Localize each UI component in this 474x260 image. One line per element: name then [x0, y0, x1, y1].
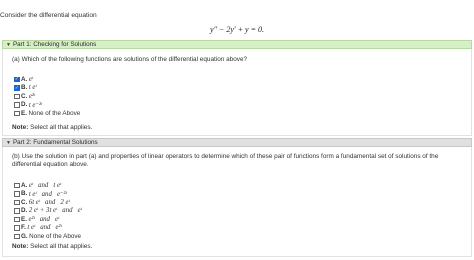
option-letter: F.: [21, 224, 26, 232]
note-label: Note:: [12, 124, 29, 131]
option-expression: eᵗ: [28, 75, 33, 83]
checkbox[interactable]: [14, 93, 20, 99]
part1-title: Part 1: Checking for Solutions: [12, 41, 97, 48]
part2-header[interactable]: ▼ Part 2: Fundamental Solutions: [2, 138, 472, 147]
option-expression: t eᵗ: [28, 84, 37, 92]
option-expression: None of the Above: [29, 232, 81, 240]
part2-options: A. eᵗ and t eᵗ B. t eᵗ and e⁻²ᵗ C. 6t eᵗ…: [14, 181, 82, 241]
part1-note: Note: Select all that applies.: [12, 124, 92, 131]
option-expression: t eᵗ and e²ᵗ: [27, 224, 62, 232]
option-f[interactable]: F. t eᵗ and e²ᵗ: [14, 224, 82, 233]
note-text: Select all that applies.: [30, 124, 93, 131]
part1-options: ✓ A. eᵗ ✓ B. t eᵗ C. e²ᵗ D. t e⁻²ᵗ E. No…: [14, 75, 80, 118]
checkbox[interactable]: [14, 225, 20, 231]
option-letter: B.: [21, 190, 28, 198]
option-letter: G.: [21, 232, 28, 240]
option-c[interactable]: C. e²ᵗ: [14, 92, 80, 101]
option-letter: C.: [21, 198, 28, 206]
option-expression: eᵗ and t eᵗ: [28, 181, 62, 189]
option-letter: B.: [21, 84, 28, 92]
checkbox[interactable]: [14, 110, 20, 116]
option-expression: t e⁻²ᵗ: [28, 101, 43, 109]
collapse-caret-icon: ▼: [6, 139, 11, 146]
differential-equation: y″ − 2y′ + y = 0.: [210, 25, 264, 34]
option-expression: None of the Above: [28, 109, 81, 117]
option-a[interactable]: ✓ A. eᵗ: [14, 75, 80, 84]
option-b[interactable]: B. t eᵗ and e⁻²ᵗ: [14, 190, 82, 199]
checkbox[interactable]: [14, 216, 20, 222]
option-letter: A.: [21, 181, 28, 189]
checkbox[interactable]: [14, 102, 20, 108]
option-letter: E.: [21, 215, 27, 223]
option-a[interactable]: A. eᵗ and t eᵗ: [14, 181, 82, 190]
part2-question: (b) Use the solution in part (a) and pro…: [12, 153, 439, 168]
option-expression: e²ᵗ and eᵗ: [28, 215, 60, 223]
option-b[interactable]: ✓ B. t eᵗ: [14, 84, 80, 93]
option-d[interactable]: D. 2 eᵗ + 3t eᵗ and eᵗ: [14, 207, 82, 216]
note-label: Note:: [12, 243, 29, 250]
part1-question: (a) Which of the following functions are…: [12, 56, 248, 63]
option-letter: A.: [21, 75, 28, 83]
checkbox[interactable]: [14, 182, 20, 188]
option-letter: D.: [21, 101, 28, 109]
checkbox[interactable]: [14, 208, 20, 214]
part1-header[interactable]: ▼ Part 1: Checking for Solutions: [2, 40, 472, 49]
option-e[interactable]: E. None of the Above: [14, 109, 80, 118]
part2-title: Part 2: Fundamental Solutions: [12, 139, 98, 146]
option-expression: 2 eᵗ + 3t eᵗ and eᵗ: [28, 207, 82, 215]
checkbox-checked[interactable]: ✓: [14, 76, 20, 82]
option-letter: D.: [21, 207, 28, 215]
option-letter: E.: [21, 109, 27, 117]
checkbox-checked[interactable]: ✓: [14, 85, 20, 91]
option-expression: e²ᵗ: [28, 92, 36, 100]
option-d[interactable]: D. t e⁻²ᵗ: [14, 101, 80, 110]
option-c[interactable]: C. 6t eᵗ and 2 eᵗ: [14, 198, 82, 207]
part2-note: Note: Select all that applies.: [12, 243, 92, 250]
problem-intro: Consider the differential equation: [0, 12, 97, 19]
checkbox[interactable]: [14, 199, 20, 205]
collapse-caret-icon: ▼: [6, 41, 11, 48]
checkbox[interactable]: [14, 191, 20, 197]
option-e[interactable]: E. e²ᵗ and eᵗ: [14, 215, 82, 224]
option-letter: C.: [21, 92, 28, 100]
note-text: Select all that applies.: [30, 243, 93, 250]
option-g[interactable]: G. None of the Above: [14, 232, 82, 241]
option-expression: t eᵗ and e⁻²ᵗ: [28, 190, 67, 198]
option-expression: 6t eᵗ and 2 eᵗ: [28, 198, 70, 206]
checkbox[interactable]: [14, 233, 20, 239]
